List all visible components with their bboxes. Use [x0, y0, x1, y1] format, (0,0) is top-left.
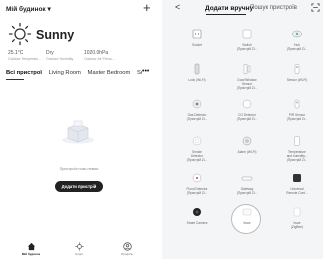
nav-label: Smart — [74, 252, 83, 256]
device-type-label: PIR Sensor (Пристрій Zi... — [286, 113, 308, 121]
stat-label: Outdoor Temperatu... — [8, 57, 42, 61]
home-screen: Мій будинок ▾ + Sunny 25.1°C Outdoor Tem… — [0, 0, 158, 259]
home-selector[interactable]: Мій будинок ▾ — [6, 5, 51, 13]
device-type-label: Temperature and humidity... (Пристрій Zi… — [286, 150, 308, 162]
room-tabs: Всі пристрої Living Room Master Bedroom … — [6, 70, 147, 76]
flood-detector-icon — [192, 173, 202, 183]
device-type-item[interactable]: CO Detector (Пристрій Zi... — [222, 98, 272, 121]
stat-temperature: 25.1°C Outdoor Temperatu... — [8, 50, 41, 62]
more-icon[interactable]: ••• — [142, 68, 149, 75]
device-type-item[interactable]: Door/Window Sensor (Пристрій Zi... — [222, 63, 272, 90]
device-type-item[interactable]: Smoke Detector (Пристрій Zi... — [172, 135, 222, 162]
device-type-label: Universal Remote Cont... — [286, 187, 308, 195]
co-detector-icon — [242, 99, 252, 109]
remote-icon — [293, 174, 301, 182]
device-type-label: Gateway (Пристрій Zi... — [236, 187, 258, 195]
device-type-label: Sensor (Wi-Fi) — [286, 78, 308, 82]
device-type-item[interactable]: Sensor (Wi-Fi) — [272, 63, 322, 82]
stat-label: Outdoor Air Press... — [84, 57, 115, 61]
door-sensor-icon — [243, 64, 251, 74]
stat-pressure: 1020.0hPa Outdoor Air Press... — [84, 50, 115, 62]
device-type-label: CO Detector (Пристрій Zi... — [236, 113, 258, 121]
device-type-label: Smart Camera — [186, 221, 208, 225]
nav-label: Мій будинок — [21, 252, 41, 256]
home-name-label: Мій будинок — [6, 6, 46, 13]
device-type-item[interactable]: Universal Remote Cont... — [272, 172, 322, 195]
device-type-item[interactable]: Інше — [222, 206, 272, 225]
device-type-item[interactable]: PIR Sensor (Пристрій Zi... — [272, 98, 322, 121]
back-button[interactable]: < — [175, 2, 180, 12]
gateway-icon — [241, 176, 253, 181]
switch-icon — [242, 29, 252, 39]
device-type-label: Gas Detector (Пристрій Zi... — [186, 113, 208, 121]
device-type-item[interactable]: Flood Detector (Пристрій Zi... — [172, 172, 222, 195]
tab-search-devices[interactable]: Пошук пристроїв — [250, 5, 297, 11]
device-type-label: Flood Detector (Пристрій Zi... — [186, 187, 208, 195]
profile-icon — [122, 242, 132, 251]
tab-master-bedroom[interactable]: Master Bedroom — [88, 70, 131, 76]
device-type-label: Smoke Detector (Пристрій Zi... — [186, 150, 208, 162]
hub-icon — [292, 30, 302, 38]
weather-condition: Sunny — [36, 28, 75, 42]
device-type-label: Switch (Пристрій Zi... — [236, 43, 258, 51]
gas-detector-icon — [192, 99, 202, 109]
tab-living-room[interactable]: Living Room — [49, 70, 81, 76]
bottom-nav: Мій будинок Smart Профіль — [0, 238, 158, 259]
device-type-item[interactable]: Hub (Пристрій Zi... — [272, 28, 322, 51]
stat-label: Outdoor Humidity — [46, 57, 74, 61]
device-type-item[interactable]: Socket — [172, 28, 222, 47]
tab-add-manually[interactable]: Додати вручну — [205, 5, 253, 12]
home-icon — [27, 242, 35, 251]
other-icon — [242, 208, 252, 216]
device-type-label: Socket — [192, 43, 202, 47]
other-zigbee-icon — [293, 207, 301, 217]
chevron-down-icon: ▾ — [47, 6, 51, 13]
lock-icon — [194, 63, 200, 75]
alarm-icon — [242, 136, 252, 146]
device-type-label: Alarm (Wi-Fi) — [237, 150, 257, 154]
smart-icon — [74, 242, 84, 251]
device-type-item[interactable]: Gateway (Пристрій Zi... — [222, 172, 272, 195]
active-tab-indicator — [6, 79, 24, 80]
device-type-label: Lock (Wi-Fi) — [188, 78, 206, 82]
add-device-button[interactable]: Додати пристрій — [55, 181, 103, 192]
device-type-item[interactable]: Alarm (Wi-Fi) — [222, 135, 272, 154]
pir-sensor-icon — [294, 99, 300, 109]
camera-icon — [193, 208, 201, 216]
sun-icon — [8, 22, 32, 46]
nav-label: Профіль — [121, 252, 133, 256]
device-type-item[interactable]: Smart Camera — [172, 206, 222, 225]
add-plus-button[interactable]: + — [143, 0, 151, 15]
empty-box-icon — [62, 120, 94, 144]
device-type-item[interactable]: Gas Detector (Пристрій Zi... — [172, 98, 222, 121]
device-type-label: Інше — [243, 221, 251, 225]
device-type-label: Інше (ZigBee) — [290, 221, 304, 229]
stat-humidity: Dry Outdoor Humidity — [46, 50, 73, 62]
device-type-item[interactable]: Temperature and humidity... (Пристрій Zi… — [272, 135, 322, 162]
temp-humidity-icon — [294, 136, 300, 146]
nav-home[interactable]: Мій будинок — [9, 242, 53, 256]
socket-icon — [192, 29, 202, 39]
scan-icon[interactable] — [311, 3, 320, 12]
device-type-item[interactable]: Lock (Wi-Fi) — [172, 63, 222, 82]
device-type-label: Hub (Пристрій Zi... — [286, 43, 308, 51]
sensor-icon — [294, 64, 300, 74]
device-type-item[interactable]: Switch (Пристрій Zi... — [222, 28, 272, 51]
tab-all-devices[interactable]: Всі пристрої — [6, 70, 42, 76]
active-tab-indicator — [206, 14, 246, 15]
nav-profile[interactable]: Профіль — [105, 242, 149, 256]
device-type-label: Door/Window Sensor (Пристрій Zi... — [236, 78, 258, 90]
smoke-detector-icon — [192, 136, 202, 146]
nav-smart[interactable]: Smart — [57, 242, 101, 256]
device-type-item[interactable]: Інше (ZigBee) — [272, 206, 322, 229]
empty-state-text: Пристроїв поки немає — [59, 167, 99, 171]
